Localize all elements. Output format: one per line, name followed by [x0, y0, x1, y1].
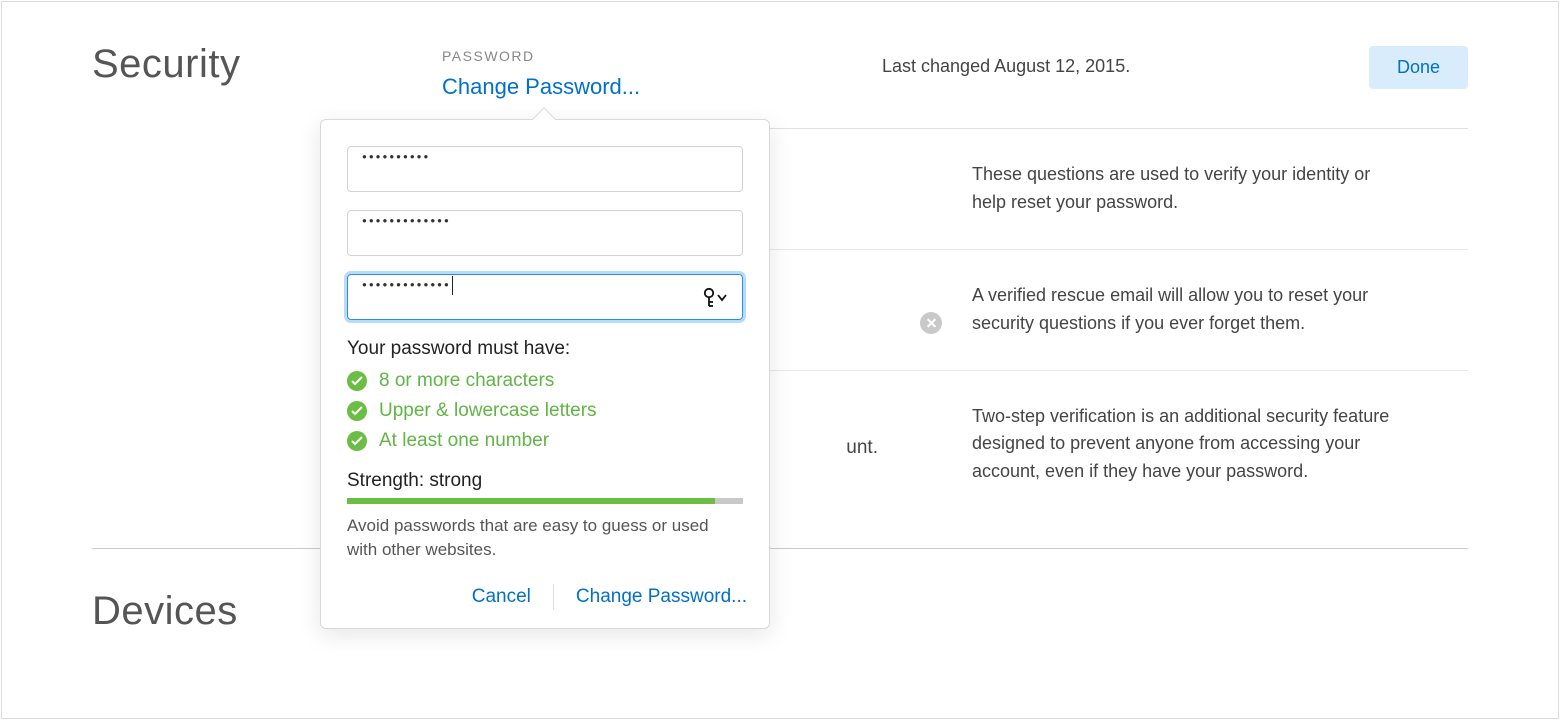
change-password-link[interactable]: Change Password...	[442, 74, 640, 100]
requirement-item: 8 or more characters	[347, 370, 743, 392]
check-icon	[347, 431, 367, 451]
security-questions-description: These questions are used to verify your …	[882, 161, 1468, 217]
requirement-text: At least one number	[379, 430, 549, 452]
action-divider	[553, 584, 554, 610]
strength-label: Strength: strong	[347, 470, 743, 492]
security-title: Security	[92, 42, 442, 87]
requirement-text: Upper & lowercase letters	[379, 400, 597, 422]
strength-fill	[347, 498, 715, 504]
confirm-password-input[interactable]: ●●●●●●●●●●●●●	[347, 274, 743, 320]
clear-icon[interactable]	[920, 312, 942, 334]
check-icon	[347, 401, 367, 421]
section-divider	[92, 548, 1468, 549]
done-button[interactable]: Done	[1369, 46, 1468, 89]
change-password-popover: ●●●●●●●●●● ●●●●●●●●●●●●● ●●●●●●●●●●●●●	[320, 119, 770, 629]
strength-bar	[347, 498, 743, 504]
current-password-input[interactable]: ●●●●●●●●●●	[347, 146, 743, 192]
devices-title: Devices	[92, 589, 1468, 634]
check-icon	[347, 371, 367, 391]
password-label: PASSWORD	[442, 48, 882, 64]
cancel-button[interactable]: Cancel	[472, 586, 531, 608]
requirement-text: 8 or more characters	[379, 370, 554, 392]
rescue-email-description: A verified rescue email will allow you t…	[882, 282, 1468, 338]
requirement-item: At least one number	[347, 430, 743, 452]
two-step-description: Two-step verification is an additional s…	[882, 403, 1468, 487]
password-advice: Avoid passwords that are easy to guess o…	[347, 514, 743, 562]
key-dropdown-icon[interactable]	[703, 287, 729, 307]
security-section-header: Security PASSWORD Change Password... Las…	[92, 2, 1468, 100]
requirements-title: Your password must have:	[347, 338, 743, 360]
requirement-item: Upper & lowercase letters	[347, 400, 743, 422]
new-password-input[interactable]: ●●●●●●●●●●●●●	[347, 210, 743, 256]
change-password-button[interactable]: Change Password...	[576, 586, 747, 608]
